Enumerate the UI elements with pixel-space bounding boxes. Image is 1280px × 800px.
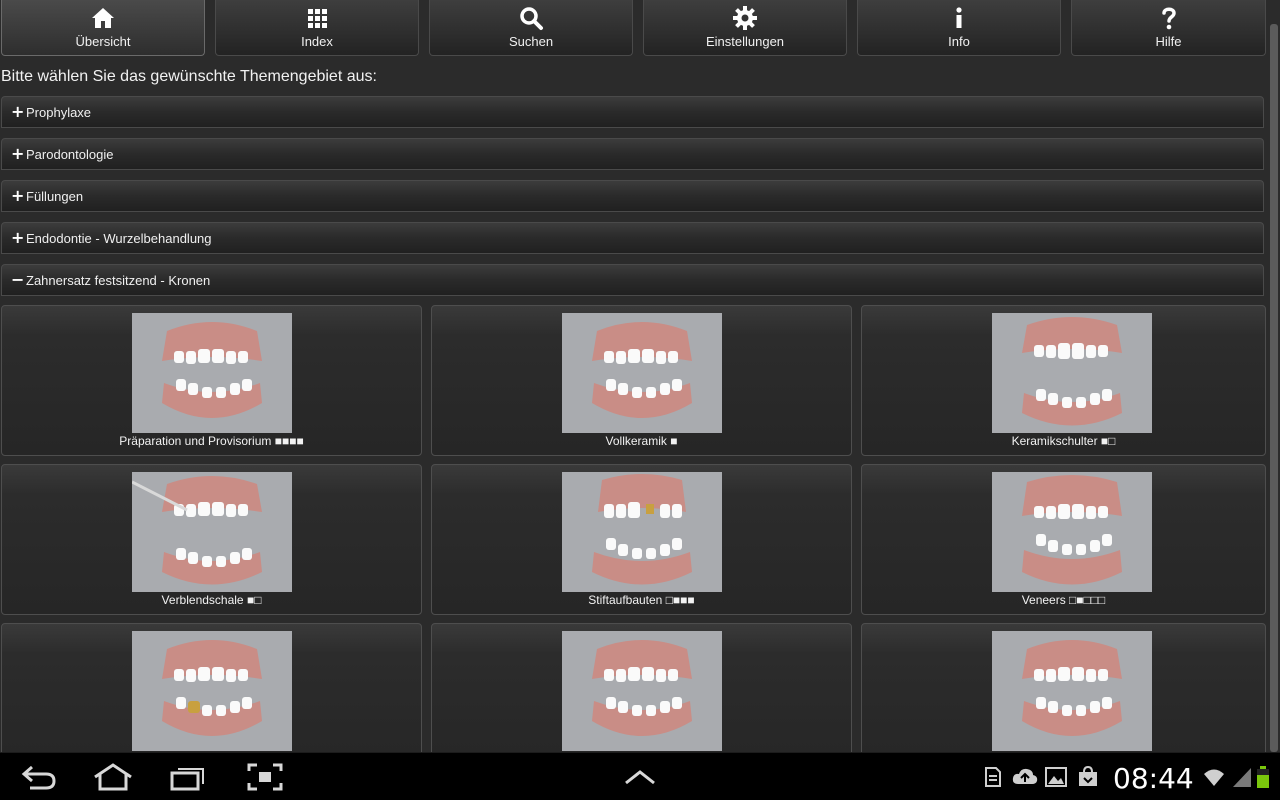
- section-label: Parodontologie: [26, 147, 114, 162]
- grid-icon: [308, 9, 327, 28]
- top-toolbar: Übersicht Index Suchen Einstellungen Inf…: [0, 0, 1266, 58]
- tile-caption: Keramikschulter ■□: [1011, 434, 1116, 448]
- section-zahnersatz-kronen[interactable]: − Zahnersatz festsitzend - Kronen: [1, 264, 1264, 296]
- clock: 08:44: [1113, 762, 1194, 795]
- expand-plus-icon: +: [11, 228, 25, 247]
- wifi-icon: [1204, 769, 1224, 786]
- help-label: Hilfe: [1155, 34, 1182, 49]
- section-label: Zahnersatz festsitzend - Kronen: [26, 273, 211, 288]
- search-button[interactable]: Suchen: [429, 0, 633, 56]
- section-prophylaxe[interactable]: + Prophylaxe: [1, 96, 1264, 128]
- sd-card-icon: [985, 767, 1001, 787]
- topic-tile-keramikschulter[interactable]: Keramikschulter ■□: [861, 305, 1266, 456]
- gallery-icon: [1045, 767, 1067, 787]
- settings-button[interactable]: Einstellungen: [643, 0, 847, 56]
- settings-label: Einstellungen: [705, 34, 785, 49]
- info-label: Info: [948, 34, 970, 49]
- section-label: Prophylaxe: [26, 105, 92, 120]
- section-fuellungen[interactable]: + Füllungen: [1, 180, 1264, 212]
- gear-icon: [733, 6, 757, 30]
- info-icon: [956, 7, 962, 28]
- search-label: Suchen: [508, 34, 554, 49]
- topic-tile-verblendschale[interactable]: Verblendschale ■□: [1, 464, 422, 615]
- tile-caption: Veneers □■□□□: [1021, 593, 1106, 607]
- back-icon[interactable]: [20, 763, 58, 791]
- chevron-up-icon[interactable]: [624, 769, 656, 785]
- expand-plus-icon: +: [11, 186, 25, 205]
- teeth-thumbnail: [562, 472, 722, 592]
- section-endodontie[interactable]: + Endodontie - Wurzelbehandlung: [1, 222, 1264, 254]
- battery-icon: [1257, 766, 1269, 788]
- topic-tile-praeparation[interactable]: Präparation und Provisorium ■■■■: [1, 305, 422, 456]
- system-navigation-bar: 08:44: [0, 752, 1280, 800]
- teeth-thumbnail: [132, 472, 292, 592]
- tile-caption: Stiftaufbauten □■■■: [588, 593, 695, 607]
- index-label: Index: [301, 34, 333, 49]
- scrollbar[interactable]: [1270, 24, 1278, 752]
- teeth-thumbnail: [562, 631, 722, 751]
- help-button[interactable]: Hilfe: [1071, 0, 1266, 56]
- info-button[interactable]: Info: [857, 0, 1061, 56]
- teeth-thumbnail: [132, 631, 292, 751]
- section-label: Füllungen: [26, 189, 84, 204]
- collapse-minus-icon: −: [11, 270, 25, 289]
- tile-caption: Verblendschale ■□: [161, 593, 262, 607]
- topic-tile-8[interactable]: [431, 623, 852, 752]
- expand-plus-icon: +: [11, 102, 25, 121]
- topic-tile-9[interactable]: [861, 623, 1266, 752]
- home-nav-icon[interactable]: [92, 763, 134, 791]
- topic-tile-veneers[interactable]: Veneers □■□□□: [861, 464, 1266, 615]
- search-icon: [520, 7, 543, 30]
- section-label: Endodontie - Wurzelbehandlung: [26, 231, 212, 246]
- topic-grid: Präparation und Provisorium ■■■■ Vollker…: [0, 304, 1266, 752]
- signal-icon: [1233, 768, 1251, 787]
- tile-caption: Präparation und Provisorium ■■■■: [119, 434, 304, 448]
- help-icon: [1161, 7, 1176, 30]
- recent-apps-icon[interactable]: [170, 763, 206, 791]
- teeth-thumbnail: [992, 472, 1152, 592]
- teeth-thumbnail: [992, 631, 1152, 751]
- screenshot-icon[interactable]: [247, 763, 283, 791]
- teeth-thumbnail: [562, 313, 722, 433]
- page-prompt: Bitte wählen Sie das gewünschte Themenge…: [1, 68, 377, 85]
- teeth-thumbnail: [132, 313, 292, 433]
- shopping-bag-icon: [1079, 766, 1097, 786]
- tile-caption: Vollkeramik ■: [605, 434, 678, 448]
- home-icon: [92, 8, 114, 28]
- expand-plus-icon: +: [11, 144, 25, 163]
- topic-tile-7[interactable]: [1, 623, 422, 752]
- cloud-upload-icon: [1012, 768, 1038, 784]
- topic-tile-vollkeramik[interactable]: Vollkeramik ■: [431, 305, 852, 456]
- teeth-thumbnail: [992, 313, 1152, 433]
- index-button[interactable]: Index: [215, 0, 419, 56]
- overview-button[interactable]: Übersicht: [1, 0, 205, 56]
- overview-label: Übersicht: [75, 34, 131, 49]
- topic-tile-stiftaufbauten[interactable]: Stiftaufbauten □■■■: [431, 464, 852, 615]
- section-parodontologie[interactable]: + Parodontologie: [1, 138, 1264, 170]
